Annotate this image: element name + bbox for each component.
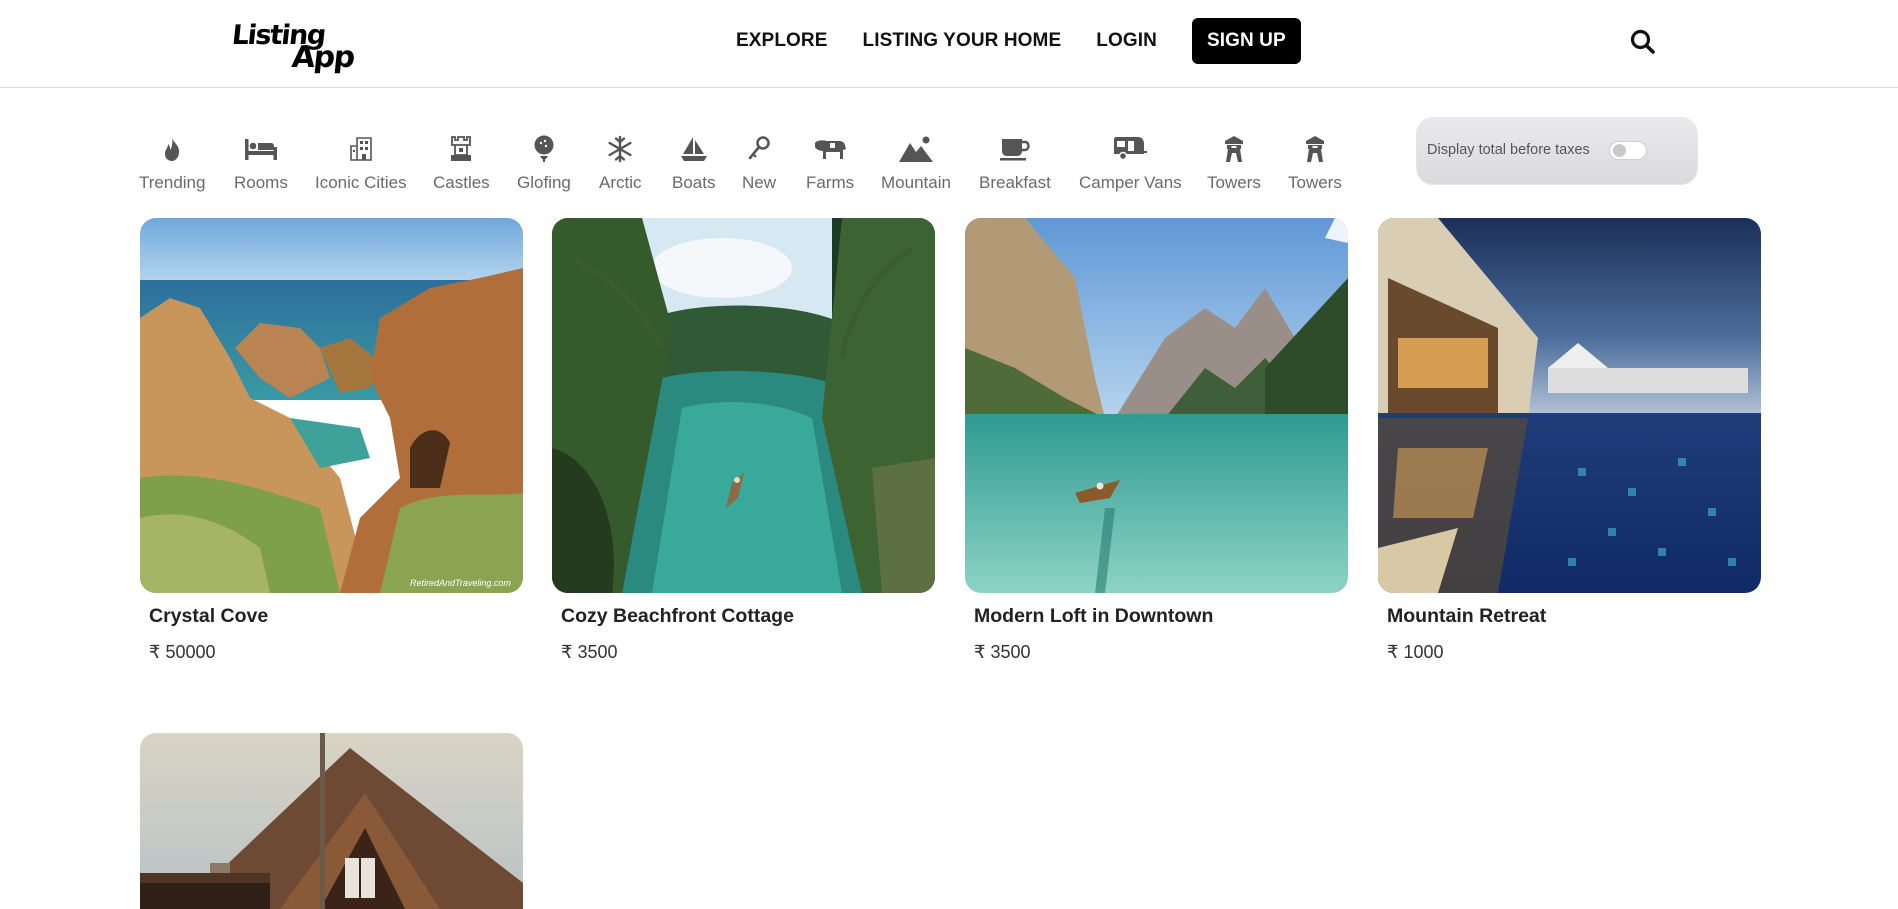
image-watermark: RetiredAndTraveling.com [410, 578, 511, 588]
caravan-icon [1113, 130, 1148, 168]
listing-card[interactable] [140, 733, 523, 909]
filter-boats[interactable]: Boats [672, 130, 715, 193]
listing-price: ₹ 3500 [561, 642, 618, 662]
filter-label: New [742, 173, 777, 192]
nav-listing-your-home-link[interactable]: LISTING YOUR HOME [863, 30, 1062, 52]
filter-glofing[interactable]: Glofing [517, 130, 571, 193]
top-navbar: Listing App EXPLORE LISTING YOUR HOME LO… [0, 0, 1898, 88]
filter-iconic-cities[interactable]: Iconic Cities [315, 130, 407, 193]
listing-title[interactable]: Modern Loft in Downtown [974, 605, 1348, 628]
listing-card[interactable]: Cozy Beachfront Cottage ₹ 3500 [552, 218, 935, 663]
bed-icon [244, 130, 278, 168]
filter-farms[interactable]: Farms [806, 130, 854, 193]
signup-button[interactable]: SIGN UP [1191, 18, 1301, 64]
listing-price: ₹ 3500 [974, 642, 1031, 662]
listing-image[interactable] [965, 218, 1348, 593]
nav-login-link[interactable]: LOGIN [1096, 30, 1157, 52]
cow-icon [813, 130, 847, 168]
filter-label: Towers [1207, 173, 1261, 192]
listing-card[interactable]: Mountain Retreat ₹ 1000 [1378, 218, 1761, 663]
filter-rooms[interactable]: Rooms [234, 130, 288, 193]
listing-image[interactable] [552, 218, 935, 593]
listing-price: ₹ 50000 [149, 642, 216, 662]
filter-new[interactable]: New [742, 130, 776, 193]
listing-card[interactable]: RetiredAndTraveling.com Crystal Cove ₹ 5… [140, 218, 523, 663]
building-icon [350, 130, 372, 168]
filter-label: Towers [1288, 173, 1342, 192]
filter-label: Boats [672, 173, 716, 192]
listing-title[interactable]: Cozy Beachfront Cottage [561, 605, 935, 628]
filter-breakfast[interactable]: Breakfast [979, 130, 1051, 193]
filter-label: Trending [139, 173, 206, 192]
filter-arctic[interactable]: Arctic [599, 130, 642, 193]
filter-towers[interactable]: Towers [1207, 130, 1261, 193]
listing-price: ₹ 1000 [1387, 642, 1444, 662]
filter-camper-vans[interactable]: Camper Vans [1079, 130, 1182, 193]
filter-mountain[interactable]: Mountain [881, 130, 951, 193]
listing-title[interactable]: Crystal Cove [149, 605, 523, 628]
mug-icon [999, 130, 1031, 168]
filter-label: Breakfast [979, 173, 1051, 192]
sailboat-icon [680, 130, 708, 168]
tax-toggle-switch[interactable] [1609, 141, 1647, 160]
filter-towers-2[interactable]: Towers [1288, 130, 1342, 193]
key-icon [747, 130, 771, 168]
tax-toggle-label: Display total before taxes [1427, 142, 1590, 158]
filter-label: Mountain [881, 173, 951, 192]
listing-card[interactable]: Modern Loft in Downtown ₹ 3500 [965, 218, 1348, 663]
filter-label: Farms [806, 173, 855, 192]
filter-label: Rooms [234, 173, 288, 192]
filter-label: Iconic Cities [315, 173, 407, 192]
mountain-icon [898, 130, 934, 168]
search-icon[interactable] [1628, 27, 1658, 57]
filter-label: Castles [433, 173, 490, 192]
filter-trending[interactable]: Trending [139, 130, 205, 193]
main-nav: EXPLORE LISTING YOUR HOME LOGIN SIGN UP [736, 18, 1301, 64]
tax-toggle-panel: Display total before taxes [1417, 118, 1697, 184]
golf-icon [533, 130, 555, 168]
tower-icon [1222, 130, 1246, 168]
tower-icon [1303, 130, 1327, 168]
listing-image[interactable] [1378, 218, 1761, 593]
app-logo[interactable]: Listing App [230, 20, 362, 75]
snowflake-icon [606, 130, 634, 168]
filter-label: Glofing [517, 173, 571, 192]
logo-text-line2: App [290, 40, 356, 75]
listing-title[interactable]: Mountain Retreat [1387, 605, 1761, 628]
listing-image[interactable]: RetiredAndTraveling.com [140, 218, 523, 593]
fire-icon [160, 130, 184, 168]
nav-explore-link[interactable]: EXPLORE [736, 30, 828, 52]
castle-icon [449, 130, 473, 168]
listing-image[interactable] [140, 733, 523, 909]
filter-label: Arctic [599, 173, 642, 192]
filter-castles[interactable]: Castles [433, 130, 490, 193]
filter-label: Camper Vans [1079, 173, 1182, 192]
